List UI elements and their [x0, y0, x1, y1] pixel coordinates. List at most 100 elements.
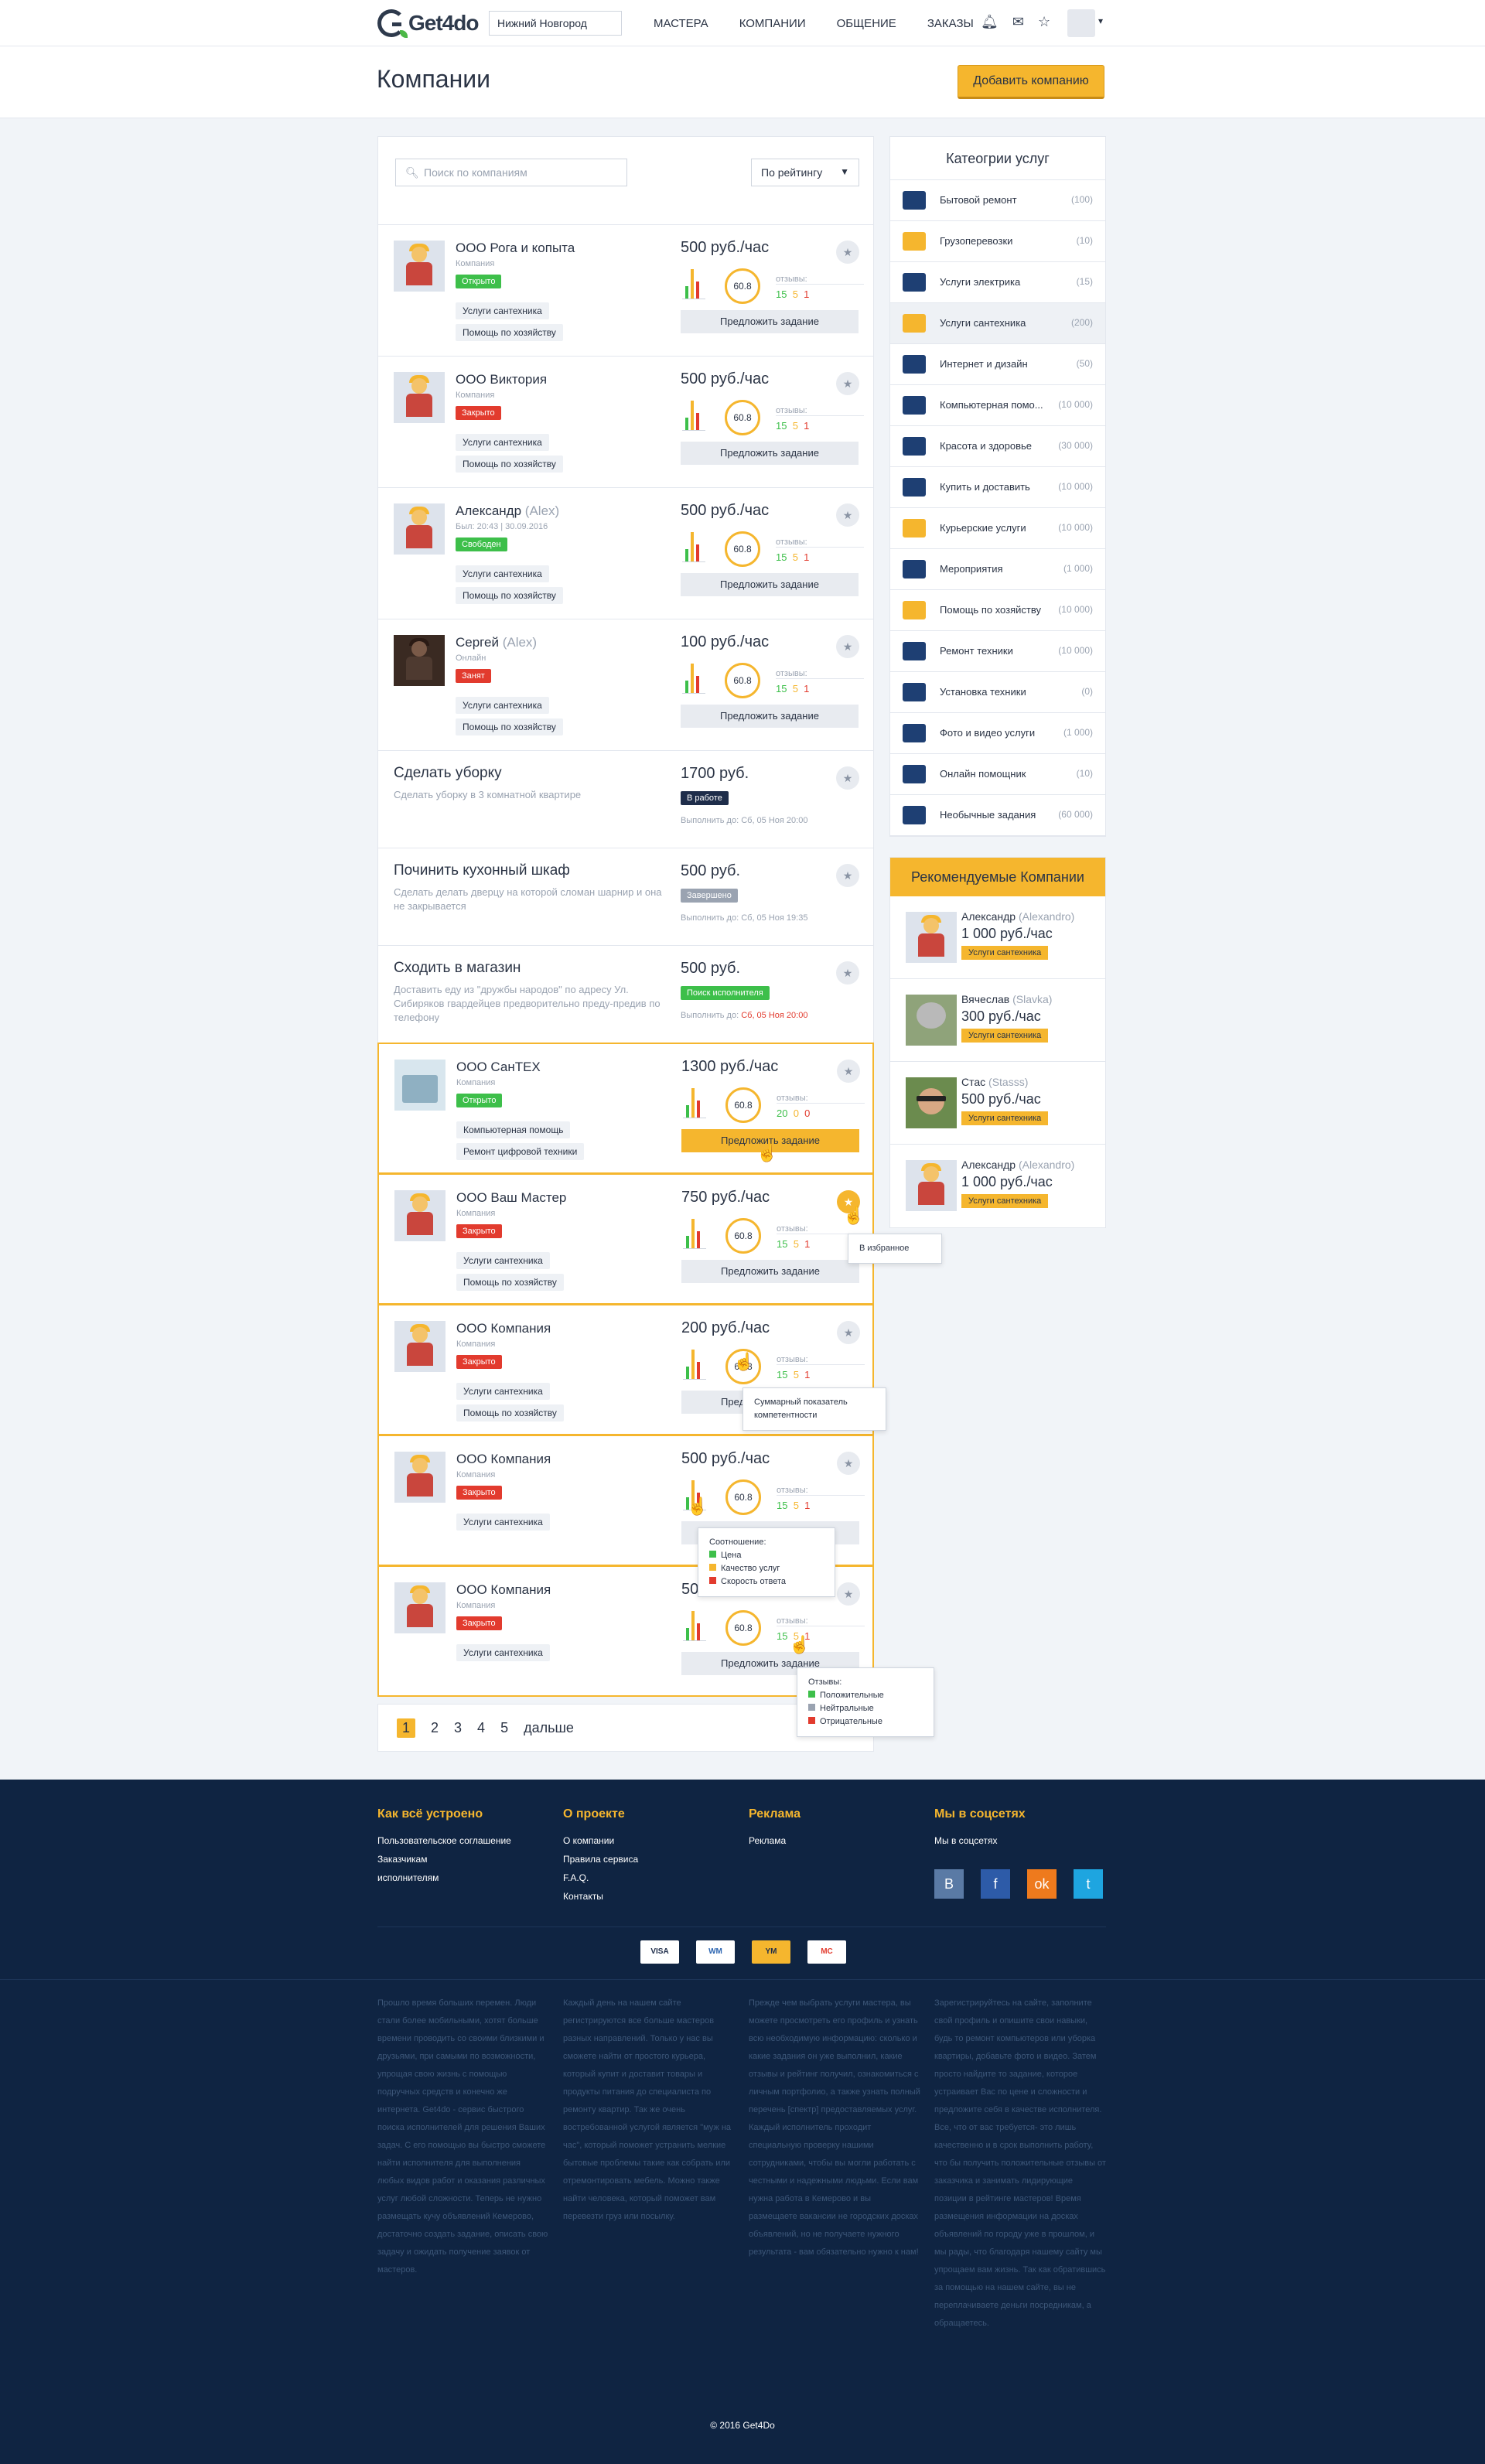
item-name[interactable]: ООО Компания: [456, 1582, 551, 1598]
avatar[interactable]: [394, 1190, 446, 1241]
logo[interactable]: Get4do: [377, 8, 479, 39]
page-2[interactable]: 2: [431, 1720, 439, 1736]
category-item[interactable]: Интернет и дизайн (50): [890, 344, 1105, 385]
vk-icon[interactable]: В: [934, 1869, 964, 1899]
category-item[interactable]: Курьерские услуги (10 000): [890, 508, 1105, 549]
reviews-counts[interactable]: 20 0 0: [777, 1107, 810, 1119]
item-name[interactable]: ООО Виктория: [456, 372, 547, 387]
ratio-bars[interactable]: [683, 1349, 706, 1380]
score-circle[interactable]: 60.8: [725, 663, 760, 698]
footer-link[interactable]: Пользовательское соглашение: [377, 1835, 555, 1846]
favorite-star-icon[interactable]: ★: [836, 864, 859, 887]
tag[interactable]: Услуги сантехника: [456, 1252, 550, 1269]
tag[interactable]: Услуги сантехника: [456, 565, 549, 582]
page-4[interactable]: 4: [477, 1720, 485, 1736]
offer-task-button[interactable]: Предложить задание: [681, 705, 859, 728]
score-circle[interactable]: 60.8: [725, 1610, 761, 1646]
footer-link[interactable]: F.A.Q.: [563, 1872, 741, 1883]
avatar[interactable]: [394, 1452, 446, 1503]
search-input[interactable]: 🔍︎ Поиск по компаниям: [395, 159, 627, 186]
favorite-star-icon[interactable]: ★: [836, 635, 859, 658]
nav-masters[interactable]: МАСТЕРА: [654, 17, 708, 30]
city-input[interactable]: Нижний Новгород: [489, 11, 622, 36]
reviews-counts[interactable]: 15 5 1: [776, 551, 809, 563]
favorite-star-icon[interactable]: ★: [837, 1060, 860, 1083]
avatar[interactable]: [394, 635, 445, 686]
tag[interactable]: Помощь по хозяйству: [456, 1274, 564, 1291]
avatar[interactable]: [394, 241, 445, 292]
category-item[interactable]: Необычные задания (60 000): [890, 795, 1105, 836]
category-item[interactable]: Красота и здоровье (30 000): [890, 426, 1105, 467]
nav-companies[interactable]: КОМПАНИИ: [739, 17, 806, 30]
ratio-bars[interactable]: [683, 1610, 706, 1641]
reviews-counts[interactable]: 15 5 1: [777, 1500, 810, 1511]
item-name[interactable]: ООО Компания: [456, 1321, 551, 1336]
category-item[interactable]: Установка техники (0): [890, 672, 1105, 713]
favorite-star-icon[interactable]: ★: [836, 766, 859, 790]
avatar[interactable]: [906, 912, 957, 963]
score-circle[interactable]: 60.8: [725, 1087, 761, 1123]
page-next[interactable]: дальше: [524, 1720, 574, 1736]
recommended-item[interactable]: Вячеслав (Slavka) 300 руб./час Услуги са…: [890, 979, 1105, 1062]
footer-link[interactable]: Заказчикам: [377, 1854, 555, 1865]
chevron-down-icon[interactable]: ▾: [1098, 15, 1103, 26]
user-avatar[interactable]: [1067, 9, 1095, 37]
ratio-bars[interactable]: [682, 663, 705, 694]
category-item[interactable]: Услуги электрика (15): [890, 262, 1105, 303]
favorite-star-icon[interactable]: ★: [836, 961, 859, 985]
category-item[interactable]: Купить и доставить (10 000): [890, 467, 1105, 508]
favorite-star-icon[interactable]: ★: [836, 503, 859, 527]
reviews-counts[interactable]: 15 5 1: [777, 1238, 810, 1250]
reviews-counts[interactable]: 15 5 1: [777, 1369, 810, 1380]
add-company-button[interactable]: Добавить компанию: [958, 65, 1104, 99]
star-icon[interactable]: ☆: [1038, 14, 1050, 30]
category-item[interactable]: Ремонт техники (10 000): [890, 631, 1105, 672]
tag[interactable]: Помощь по хозяйству: [456, 587, 563, 604]
favorite-star-icon[interactable]: ★: [836, 241, 859, 264]
category-item[interactable]: Онлайн помощник (10): [890, 754, 1105, 795]
category-item[interactable]: Услуги сантехника (200): [890, 303, 1105, 344]
task-title[interactable]: Починить кухонный шкаф: [394, 862, 570, 879]
category-item[interactable]: Фото и видео услуги (1 000): [890, 713, 1105, 754]
reviews-counts[interactable]: 15 5 1: [776, 683, 809, 694]
bell-icon[interactable]: 🔔︎: [981, 14, 999, 30]
favorite-star-icon[interactable]: ★: [837, 1582, 860, 1606]
avatar[interactable]: [394, 372, 445, 423]
score-circle[interactable]: 60.8: [725, 1218, 761, 1254]
footer-link[interactable]: Контакты: [563, 1891, 741, 1902]
ratio-bars[interactable]: [682, 531, 705, 562]
recommended-item[interactable]: Александр (Alexandro) 1 000 руб./час Усл…: [890, 1145, 1105, 1227]
tag[interactable]: Услуги сантехника: [456, 1383, 550, 1400]
offer-task-button[interactable]: Предложить задание: [681, 1260, 859, 1283]
favorite-star-icon[interactable]: ★: [836, 372, 859, 395]
tag[interactable]: Услуги сантехника: [456, 697, 549, 714]
ratio-bars[interactable]: [682, 268, 705, 299]
facebook-icon[interactable]: f: [981, 1869, 1010, 1899]
recommended-item[interactable]: Стас (Stasss) 500 руб./час Услуги сантех…: [890, 1062, 1105, 1145]
tag[interactable]: Услуги сантехника: [456, 302, 549, 319]
nav-orders[interactable]: ЗАКАЗЫ: [927, 17, 974, 30]
item-name[interactable]: Александр (Alex): [456, 503, 559, 519]
ratio-bars[interactable]: [683, 1218, 706, 1249]
rec-name[interactable]: Александр (Alexandro): [961, 1159, 1074, 1171]
twitter-icon[interactable]: t: [1074, 1869, 1103, 1899]
footer-link[interactable]: исполнителям: [377, 1872, 555, 1883]
avatar[interactable]: [394, 1582, 446, 1633]
category-item[interactable]: Помощь по хозяйству (10 000): [890, 590, 1105, 631]
avatar[interactable]: [906, 1077, 957, 1128]
task-title[interactable]: Сходить в магазин: [394, 960, 521, 977]
rec-tag[interactable]: Услуги сантехника: [961, 1029, 1049, 1043]
avatar[interactable]: [394, 1060, 446, 1111]
item-name[interactable]: ООО СанТЕХ: [456, 1060, 541, 1075]
footer-link[interactable]: О компании: [563, 1835, 741, 1846]
tag[interactable]: Услуги сантехника: [456, 1514, 550, 1531]
category-item[interactable]: Мероприятия (1 000): [890, 549, 1105, 590]
item-name[interactable]: ООО Рога и копыта: [456, 241, 575, 256]
footer-link[interactable]: Мы в соцсетях: [934, 1835, 1112, 1846]
score-circle[interactable]: 60.8: [725, 268, 760, 304]
category-item[interactable]: Компьютерная помо... (10 000): [890, 385, 1105, 426]
offer-task-button[interactable]: Предложить задание: [681, 442, 859, 465]
item-name[interactable]: ООО Ваш Мастер: [456, 1190, 566, 1206]
page-1[interactable]: 1: [397, 1718, 416, 1738]
tag[interactable]: Помощь по хозяйству: [456, 456, 563, 473]
